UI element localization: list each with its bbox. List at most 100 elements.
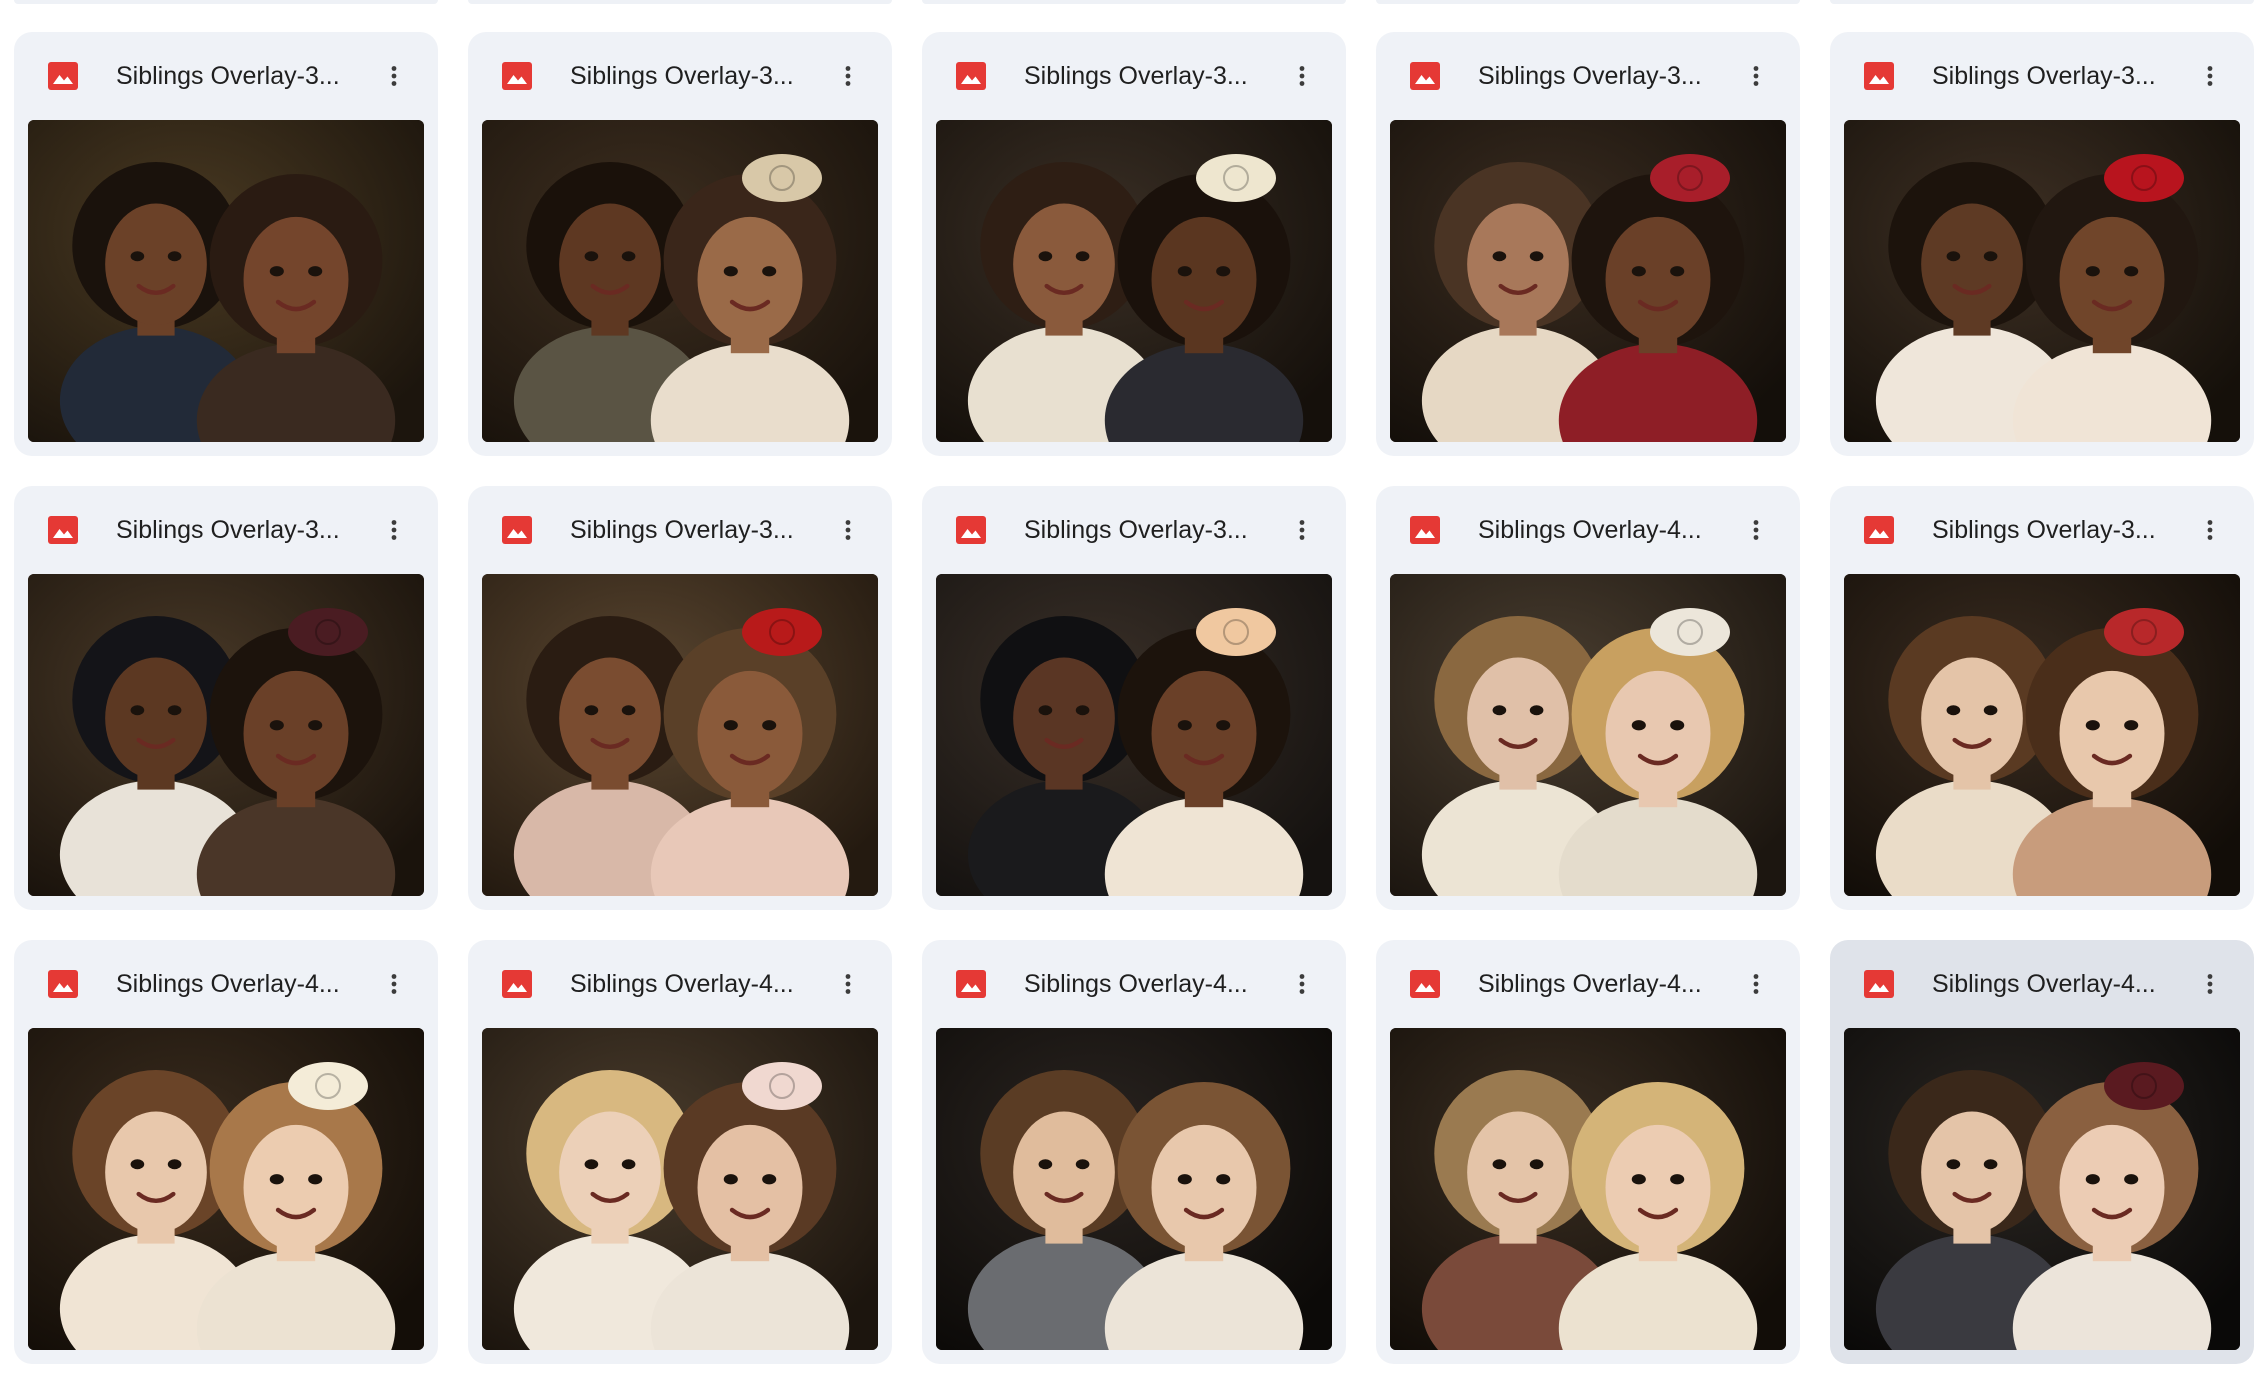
file-card-header[interactable]: Siblings Overlay-3... (468, 32, 892, 120)
file-card[interactable]: Siblings Overlay-3... (1830, 486, 2254, 910)
file-card-header[interactable]: Siblings Overlay-3... (468, 486, 892, 574)
file-card-header[interactable]: Siblings Overlay-3... (14, 486, 438, 574)
more-vertical-icon (845, 66, 851, 86)
more-actions-button[interactable] (1734, 962, 1778, 1006)
file-card[interactable]: Siblings Overlay-4... (468, 940, 892, 1364)
portrait-preview (482, 120, 878, 442)
face (1467, 203, 1569, 326)
more-actions-button[interactable] (826, 54, 870, 98)
more-actions-button[interactable] (1734, 508, 1778, 552)
eye (1983, 251, 1998, 262)
file-thumbnail[interactable] (28, 1028, 424, 1350)
file-card[interactable]: Siblings Overlay-3... (14, 486, 438, 910)
file-thumbnail[interactable] (1844, 120, 2240, 442)
eye (2085, 1174, 2100, 1185)
file-card-header[interactable]: Siblings Overlay-4... (14, 940, 438, 1028)
more-actions-button[interactable] (826, 962, 870, 1006)
file-thumbnail[interactable] (1390, 574, 1786, 896)
file-thumbnail[interactable] (1844, 1028, 2240, 1350)
eye (1946, 251, 1961, 262)
face (1921, 657, 2023, 780)
face (1013, 1111, 1115, 1234)
file-card-header[interactable]: Siblings Overlay-4... (1376, 486, 1800, 574)
face (2059, 1124, 2165, 1251)
file-card[interactable]: Siblings Overlay-3... (468, 32, 892, 456)
file-thumbnail[interactable] (1844, 574, 2240, 896)
file-card-header[interactable]: Siblings Overlay-4... (468, 940, 892, 1028)
file-thumbnail[interactable] (1390, 1028, 1786, 1350)
more-actions-button[interactable] (2188, 54, 2232, 98)
file-card[interactable]: Siblings Overlay-3... (468, 486, 892, 910)
eye (167, 251, 182, 262)
eye (1529, 705, 1544, 716)
file-card-header[interactable]: Siblings Overlay-4... (922, 940, 1346, 1028)
file-card[interactable]: Siblings Overlay-4... (1376, 486, 1800, 910)
more-actions-button[interactable] (372, 508, 416, 552)
file-card[interactable]: Siblings Overlay-3... (1830, 32, 2254, 456)
eye (1983, 1159, 1998, 1170)
eye (621, 705, 636, 716)
face (559, 1111, 661, 1234)
file-name: Siblings Overlay-4... (1478, 970, 1702, 998)
face (2059, 216, 2165, 343)
more-actions-button[interactable] (1280, 962, 1324, 1006)
file-card[interactable]: Siblings Overlay-4... (1376, 940, 1800, 1364)
eye (308, 720, 323, 731)
more-actions-button[interactable] (372, 54, 416, 98)
file-card[interactable]: Siblings Overlay-3... (922, 486, 1346, 910)
file-card-header[interactable]: Siblings Overlay-4... (1830, 940, 2254, 1028)
eye (167, 1159, 182, 1170)
file-card-header[interactable]: Siblings Overlay-3... (14, 32, 438, 120)
file-card-header[interactable]: Siblings Overlay-3... (922, 486, 1346, 574)
more-actions-button[interactable] (1734, 54, 1778, 98)
file-thumbnail[interactable] (482, 120, 878, 442)
more-actions-button[interactable] (372, 962, 416, 1006)
more-actions-button[interactable] (2188, 962, 2232, 1006)
file-thumbnail[interactable] (482, 574, 878, 896)
more-actions-button[interactable] (2188, 508, 2232, 552)
file-thumbnail[interactable] (1390, 120, 1786, 442)
eye (1177, 1174, 1192, 1185)
file-thumbnail[interactable] (936, 1028, 1332, 1350)
more-actions-button[interactable] (826, 508, 870, 552)
face (1151, 670, 1257, 797)
portrait-preview (482, 574, 878, 896)
file-thumbnail[interactable] (28, 574, 424, 896)
face (1013, 657, 1115, 780)
file-card[interactable]: Siblings Overlay-4... (922, 940, 1346, 1364)
card-edge (922, 0, 1346, 4)
eye (1075, 251, 1090, 262)
eye (2124, 720, 2139, 731)
file-thumbnail[interactable] (936, 574, 1332, 896)
file-thumbnail[interactable] (28, 120, 424, 442)
eye (584, 1159, 599, 1170)
file-card[interactable]: Siblings Overlay-4... (14, 940, 438, 1364)
eye (2085, 266, 2100, 277)
file-name: Siblings Overlay-4... (116, 970, 340, 998)
image-file-icon (48, 516, 78, 544)
more-actions-button[interactable] (1280, 54, 1324, 98)
file-thumbnail[interactable] (482, 1028, 878, 1350)
file-card-header[interactable]: Siblings Overlay-3... (1830, 486, 2254, 574)
file-card[interactable]: Siblings Overlay-3... (1376, 32, 1800, 456)
eye (762, 266, 777, 277)
eye (130, 251, 145, 262)
file-card-header[interactable]: Siblings Overlay-4... (1376, 940, 1800, 1028)
file-card-header[interactable]: Siblings Overlay-3... (1830, 32, 2254, 120)
file-card[interactable]: Siblings Overlay-3... (922, 32, 1346, 456)
face (243, 1124, 349, 1251)
more-vertical-icon (391, 520, 397, 540)
file-card[interactable]: Siblings Overlay-3... (14, 32, 438, 456)
file-name: Siblings Overlay-4... (570, 970, 794, 998)
portrait-preview (482, 1028, 878, 1350)
file-card-header[interactable]: Siblings Overlay-3... (922, 32, 1346, 120)
face (697, 670, 803, 797)
image-file-icon (956, 62, 986, 90)
file-card[interactable]: Siblings Overlay-4... (1830, 940, 2254, 1364)
face (243, 670, 349, 797)
portrait-preview (936, 1028, 1332, 1350)
file-thumbnail[interactable] (936, 120, 1332, 442)
file-card-header[interactable]: Siblings Overlay-3... (1376, 32, 1800, 120)
portrait-preview (936, 574, 1332, 896)
more-actions-button[interactable] (1280, 508, 1324, 552)
